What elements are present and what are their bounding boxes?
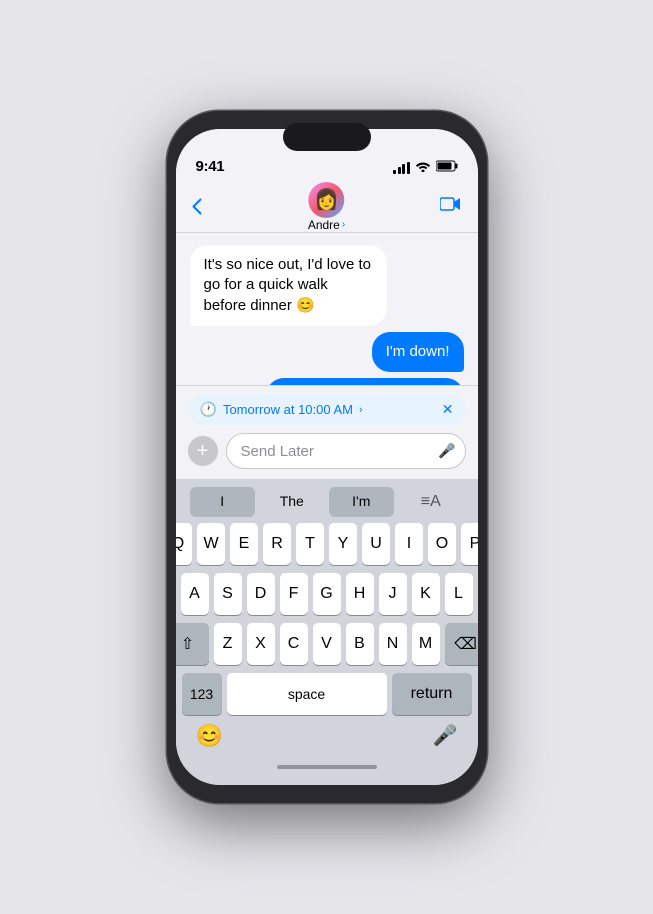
key-y[interactable]: Y bbox=[329, 523, 357, 565]
phone-screen: 9:41 bbox=[176, 129, 478, 785]
keyboard-mic-icon[interactable]: 🎤 bbox=[433, 723, 458, 749]
key-x[interactable]: X bbox=[247, 623, 275, 665]
name-chevron: › bbox=[342, 219, 345, 230]
signal-icon bbox=[393, 162, 410, 174]
key-h[interactable]: H bbox=[346, 573, 374, 615]
suggestion-left[interactable]: I bbox=[190, 487, 256, 517]
key-w[interactable]: W bbox=[197, 523, 225, 565]
key-f[interactable]: F bbox=[280, 573, 308, 615]
message-input[interactable]: Send Later bbox=[226, 433, 466, 469]
avatar: 👩 bbox=[309, 182, 345, 218]
key-m[interactable]: M bbox=[412, 623, 440, 665]
message-received-1: It's so nice out, I'd love to go for a q… bbox=[190, 245, 464, 326]
battery-icon bbox=[436, 160, 458, 175]
keyboard-row-1: Q W E R T Y U I O P bbox=[182, 523, 472, 565]
key-q[interactable]: Q bbox=[176, 523, 193, 565]
keyboard-rows: Q W E R T Y U I O P A S D F G H bbox=[180, 523, 474, 665]
input-row: + Send Later 🎤 bbox=[188, 433, 466, 469]
key-u[interactable]: U bbox=[362, 523, 390, 565]
message-sent-2: Meet at your place in 30 🤗 Delivered bbox=[190, 378, 464, 385]
key-o[interactable]: O bbox=[428, 523, 456, 565]
key-b[interactable]: B bbox=[346, 623, 374, 665]
wifi-icon bbox=[415, 160, 431, 175]
back-button[interactable] bbox=[192, 198, 202, 215]
key-s[interactable]: S bbox=[214, 573, 242, 615]
mic-icon[interactable]: 🎤 bbox=[438, 443, 455, 460]
return-key[interactable]: return bbox=[392, 673, 472, 715]
key-z[interactable]: Z bbox=[214, 623, 242, 665]
key-j[interactable]: J bbox=[379, 573, 407, 615]
key-a[interactable]: A bbox=[181, 573, 209, 615]
numbers-key[interactable]: 123 bbox=[182, 673, 222, 715]
keyboard-suggestions: I The I'm ≡A bbox=[180, 487, 474, 523]
format-icon[interactable]: ≡A bbox=[398, 487, 464, 517]
key-c[interactable]: C bbox=[280, 623, 308, 665]
key-l[interactable]: L bbox=[445, 573, 473, 615]
phone-frame: 9:41 bbox=[167, 111, 487, 803]
key-r[interactable]: R bbox=[263, 523, 291, 565]
key-e[interactable]: E bbox=[230, 523, 258, 565]
suggestion-right[interactable]: I'm bbox=[329, 487, 395, 517]
home-bar bbox=[277, 765, 377, 769]
input-area: 🕐 Tomorrow at 10:00 AM › ✕ + Send Later … bbox=[176, 385, 478, 479]
dynamic-island bbox=[283, 123, 371, 151]
home-indicator bbox=[180, 753, 474, 781]
key-t[interactable]: T bbox=[296, 523, 324, 565]
messages-area: It's so nice out, I'd love to go for a q… bbox=[176, 233, 478, 385]
shift-key[interactable]: ⇧ bbox=[176, 623, 209, 665]
key-p[interactable]: P bbox=[461, 523, 478, 565]
emoji-key[interactable]: 😊 bbox=[196, 723, 223, 749]
add-button[interactable]: + bbox=[188, 436, 218, 466]
key-g[interactable]: G bbox=[313, 573, 341, 615]
keyboard-bottom-row: 123 space return bbox=[180, 673, 474, 715]
scheduled-time-text: Tomorrow at 10:00 AM bbox=[223, 402, 353, 417]
contact-info[interactable]: 👩 Andre › bbox=[308, 182, 345, 232]
input-placeholder: Send Later bbox=[241, 443, 314, 460]
status-time: 9:41 bbox=[196, 158, 225, 175]
key-k[interactable]: K bbox=[412, 573, 440, 615]
keyboard: I The I'm ≡A Q W E R T Y U I O P bbox=[176, 479, 478, 785]
video-call-button[interactable] bbox=[440, 195, 462, 218]
key-n[interactable]: N bbox=[379, 623, 407, 665]
bubble-sent-2: Meet at your place in 30 🤗 bbox=[266, 378, 463, 385]
status-icons bbox=[393, 160, 458, 175]
scheduled-time-row[interactable]: 🕐 Tomorrow at 10:00 AM › ✕ bbox=[188, 394, 466, 425]
key-v[interactable]: V bbox=[313, 623, 341, 665]
keyboard-accessory-bar: 😊 🎤 bbox=[180, 715, 474, 753]
nav-bar: 👩 Andre › bbox=[176, 181, 478, 233]
bubble-sent-1: I'm down! bbox=[372, 332, 464, 372]
key-i[interactable]: I bbox=[395, 523, 423, 565]
clock-icon: 🕐 bbox=[200, 401, 217, 418]
delete-key[interactable]: ⌫ bbox=[445, 623, 478, 665]
suggestion-center[interactable]: The bbox=[259, 487, 325, 517]
key-d[interactable]: D bbox=[247, 573, 275, 615]
message-sent-1: I'm down! bbox=[190, 332, 464, 372]
scheduled-close-button[interactable]: ✕ bbox=[442, 401, 454, 418]
keyboard-row-2: A S D F G H J K L bbox=[182, 573, 472, 615]
keyboard-row-3: ⇧ Z X C V B N M ⌫ bbox=[182, 623, 472, 665]
space-key[interactable]: space bbox=[227, 673, 387, 715]
message-input-wrap: Send Later 🎤 bbox=[226, 433, 466, 469]
contact-name: Andre › bbox=[308, 218, 345, 232]
scheduled-chevron: › bbox=[359, 404, 363, 416]
bubble-received-1: It's so nice out, I'd love to go for a q… bbox=[190, 245, 387, 326]
